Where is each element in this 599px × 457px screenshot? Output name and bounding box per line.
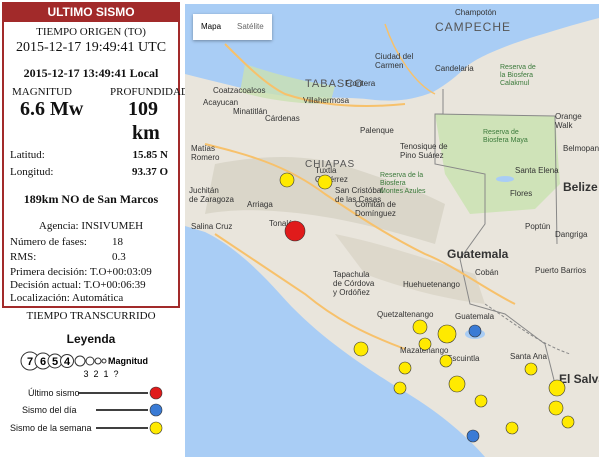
place-guatemala-city: Guatemala [455, 312, 495, 321]
magnitude-number-2: 2 [93, 369, 98, 379]
phases-label: Número de fases: [10, 236, 87, 248]
place-juchitan: Juchitán de Zaragoza [189, 186, 234, 204]
legend-title: Leyenda [66, 332, 116, 346]
place-minatitlan: Minatitlán [233, 107, 268, 116]
legend-day-label: Sismo del día [22, 405, 77, 415]
current-decision: Decisión actual: T.O+00:06:39 [10, 279, 146, 291]
place-quetzaltenango: Quetzaltenango [377, 310, 434, 319]
magnitude-number-5: 5 [52, 356, 58, 368]
lake-peten [496, 176, 514, 182]
place-montes-azules: Reserva de la Biosfera Montes Azules [380, 172, 426, 195]
place-palenque: Palenque [360, 126, 394, 135]
place-tapachula: Tapachula de Córdova y Ordóñez [333, 270, 375, 297]
utc-time: 2015-12-17 19:49:41 UTC [15, 40, 167, 55]
magnitude-number-unknown: ? [113, 369, 118, 379]
earthquake-info-panel: ULTIMO SISMO TIEMPO ORIGEN (TO) 2015-12-… [0, 0, 189, 457]
place-reserva-maya: Reserva de Biosfera Maya [483, 129, 528, 144]
rms-value: 0.3 [112, 251, 126, 263]
legend-week-label: Sismo de la semana [10, 423, 92, 433]
place-san-cristobal: San Cristóbal de las Casas [335, 186, 384, 204]
legend: Leyenda 7 6 5 4 3 2 1 ? Magnitud Último … [0, 320, 182, 457]
place-champoton: Champotón [455, 8, 497, 17]
longitude-value: 93.37 O [131, 166, 168, 178]
magnitude-label: MAGNITUD [12, 86, 72, 98]
place-calakmul: Reserva de la Biosfera Calakmul [500, 64, 536, 87]
legend-latest-label: Último sismo [28, 388, 80, 398]
place-poptun: Poptún [525, 222, 551, 231]
place-frontera: Frontera [345, 79, 376, 88]
place-villahermosa: Villahermosa [303, 96, 350, 105]
place-puerto-barrios: Puerto Barrios [535, 266, 587, 275]
lake-atitlan [465, 329, 485, 339]
magnitude-number-3: 3 [83, 369, 88, 379]
place-candelaria: Candelaria [435, 64, 474, 73]
magnitude-scale: 7 6 5 4 3 2 1 ? Magnitud [20, 351, 148, 379]
map-type-map-button[interactable]: Mapa [193, 14, 229, 40]
place-tonala: Tonalá [269, 219, 293, 228]
panel-header: ULTIMO SISMO [2, 2, 180, 22]
legend-graphic: 7 6 5 4 3 2 1 ? Magnitud [20, 351, 163, 435]
phases-value: 18 [112, 236, 123, 248]
magnitude-number-1: 1 [103, 369, 108, 379]
place-matias-romero: Matías Romero [191, 144, 220, 162]
label-belize: Belize [563, 180, 598, 194]
place-mazatenango: Mazatenango [400, 346, 449, 355]
place-huehuetenango: Huehuetenango [403, 280, 460, 289]
latitude-label: Latitud: [10, 149, 45, 161]
magnitude-number-7: 7 [27, 356, 33, 368]
place-orange-walk: Orange Walk [555, 112, 582, 130]
rms-label: RMS: [10, 251, 37, 263]
map-type-control: Mapa Satélite [193, 14, 272, 40]
place-belmopan: Belmopan [563, 144, 599, 153]
magnitude-value: 6.6 Mw [20, 98, 84, 120]
place-ciudad-carmen: Ciudad del Carmen [375, 52, 414, 70]
day-quake-marker [149, 403, 163, 417]
magnitude-number-4: 4 [64, 356, 71, 368]
place-coatzacoalcos: Coatzacoalcos [213, 86, 266, 95]
map-type-satellite-button[interactable]: Satélite [229, 14, 272, 40]
depth-value: 109 [128, 98, 158, 120]
magnitude-number-6: 6 [40, 356, 46, 368]
place-cardenas: Cárdenas [265, 114, 300, 123]
location-text: 189km NO de San Marcos [23, 192, 159, 206]
label-el-salvador: El Salva [559, 372, 599, 386]
place-dangriga: Dangriga [555, 230, 588, 239]
agency-text: Agencia: INSIVUMEH [38, 220, 144, 232]
label-campeche: CAMPECHE [435, 20, 512, 34]
place-arriaga: Arriaga [247, 200, 273, 209]
first-decision: Primera decisión: T.O+00:03:09 [10, 266, 152, 278]
depth-label: PROFUNDIDAD [110, 86, 189, 98]
place-santa-elena: Santa Elena [515, 166, 559, 175]
local-time: 2015-12-17 13:49:41 Local [23, 66, 159, 80]
magnitude-label: Magnitud [108, 356, 148, 366]
longitude-label: Longitud: [10, 166, 54, 178]
week-quake-marker [149, 421, 163, 435]
place-flores: Flores [510, 189, 533, 198]
origin-time-label: TIEMPO ORIGEN (TO) [36, 26, 146, 38]
place-salina-cruz: Salina Cruz [191, 222, 233, 231]
place-pino-suarez: Tenosique de Pino Suárez [400, 142, 448, 160]
last-quake-box: TIEMPO ORIGEN (TO) 2015-12-17 19:49:41 U… [2, 22, 189, 308]
place-santa-ana: Santa Ana [510, 352, 547, 361]
place-escuintla: Escuintla [447, 354, 480, 363]
earthquake-map[interactable]: Mapa Satélite Champotón CAMPECHE TABASCO… [185, 4, 599, 457]
place-tuxtla: Tuxtla Gutiérrez [315, 166, 348, 184]
place-acayucan: Acayucan [203, 98, 239, 107]
latitude-value: 15.85 N [132, 149, 168, 161]
label-guatemala: Guatemala [447, 247, 509, 261]
depth-unit: km [132, 122, 160, 144]
place-coban: Cobán [475, 268, 499, 277]
latest-quake-marker [149, 386, 163, 400]
localization: Localización: Automática [10, 292, 124, 304]
